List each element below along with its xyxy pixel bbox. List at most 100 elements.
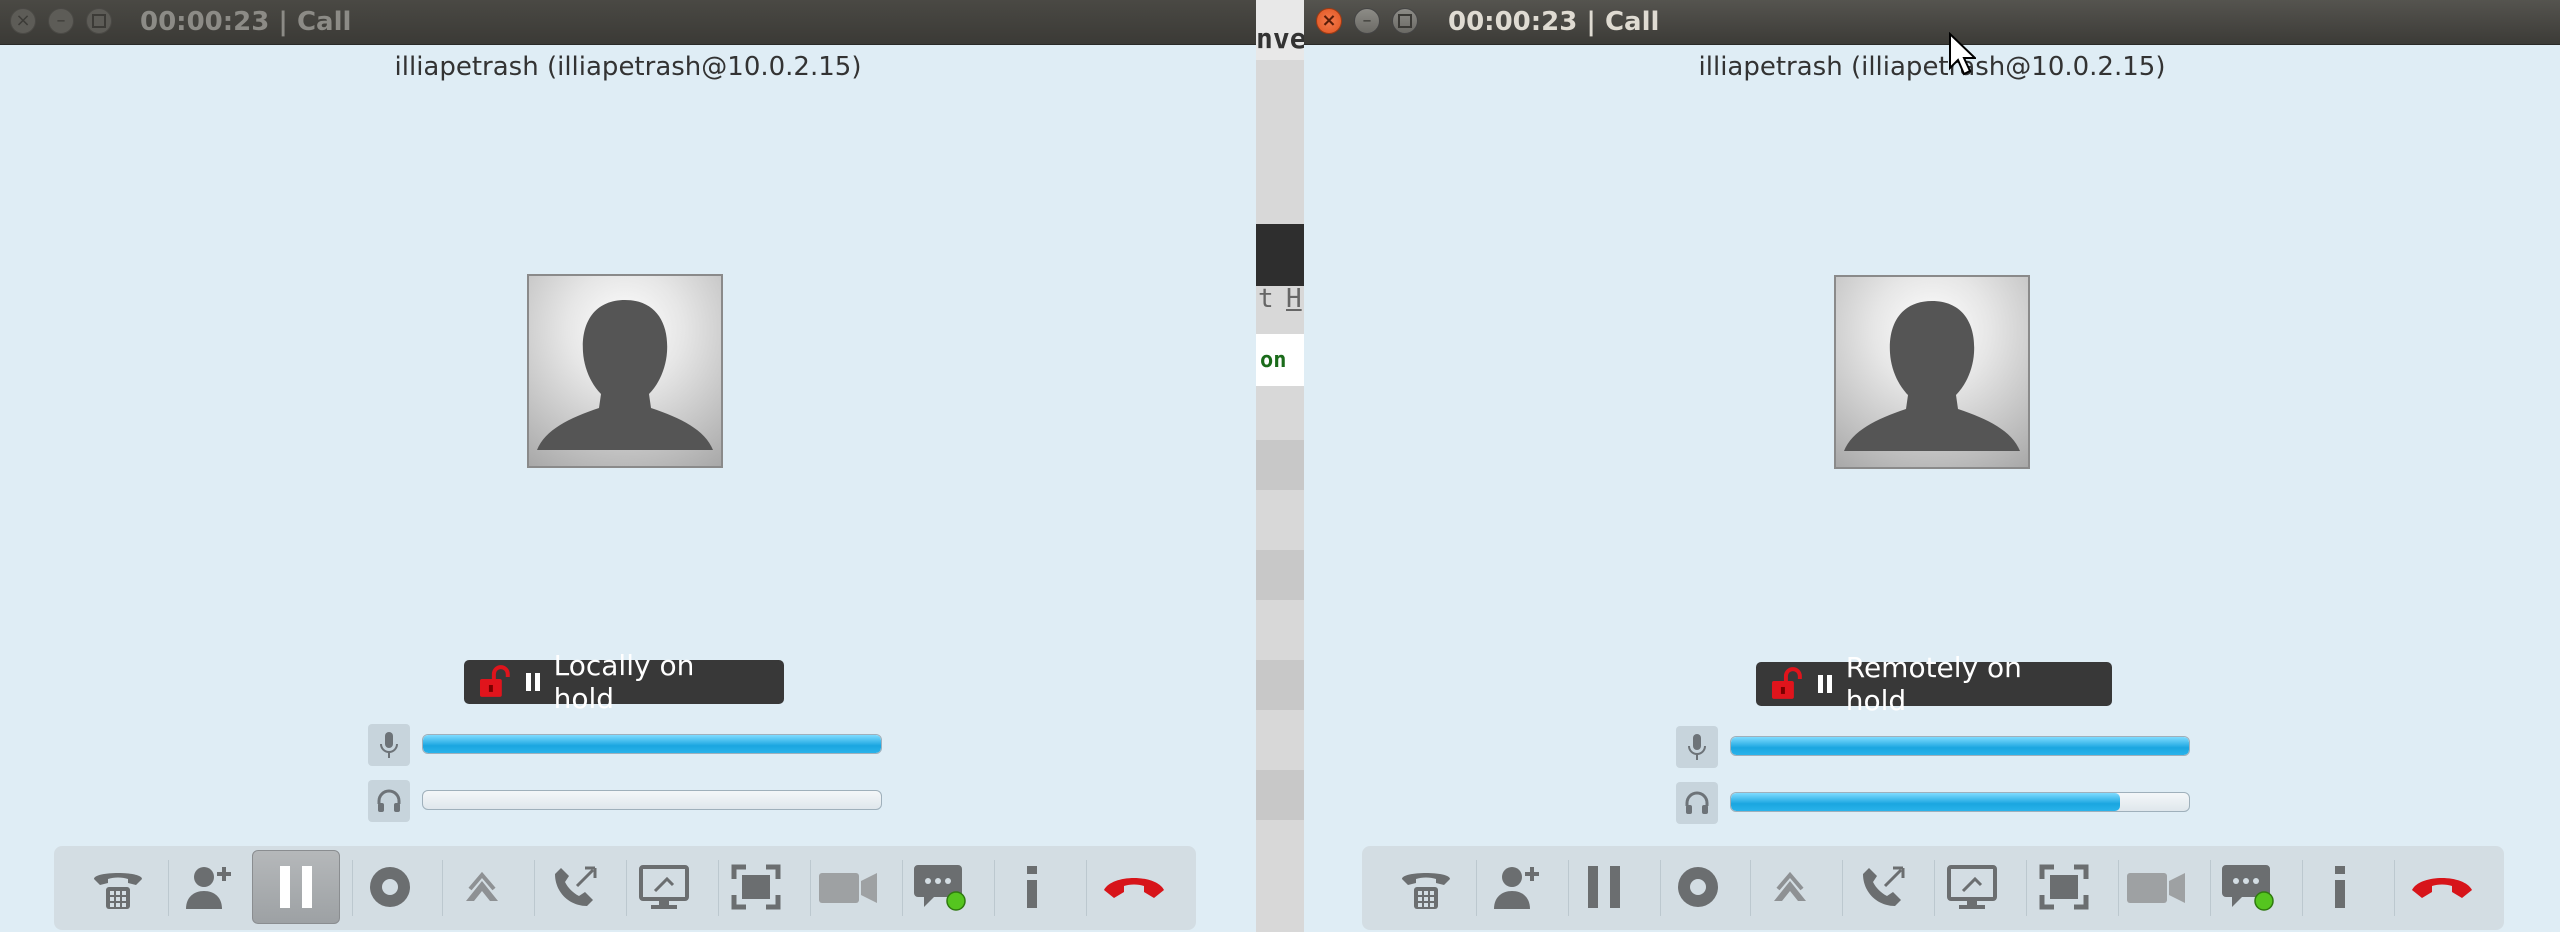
- maximize-button[interactable]: [86, 8, 112, 34]
- transfer-button[interactable]: [438, 850, 526, 924]
- headphones-icon: [1685, 791, 1709, 814]
- hold-button[interactable]: [1560, 850, 1648, 924]
- peer-name: illiapetrash (illiapetrash@10.0.2.15): [394, 52, 862, 82]
- unlocked-padlock-icon: [479, 665, 510, 697]
- video-icon: [819, 873, 877, 903]
- fullscreen-icon: [731, 864, 781, 910]
- call-transfer-button[interactable]: [1838, 850, 1926, 924]
- minimize-icon: –: [56, 10, 66, 31]
- call-window-left: × – 00:00:23 | Call illiapetrash (illiap…: [0, 0, 1256, 932]
- transfer-icon: [1774, 871, 1806, 901]
- microphone-level-bar: [422, 734, 882, 754]
- call-toolbar: [1362, 846, 2504, 930]
- hold-status-badge: Remotely on hold: [1756, 651, 2112, 717]
- hangup-icon: [2412, 878, 2472, 898]
- headphones-icon: [377, 789, 401, 812]
- info-icon: [1027, 866, 1037, 908]
- contact-avatar: [527, 274, 723, 468]
- speaker-level-icon: [1676, 782, 1718, 824]
- background-text-fragment-4: on: [1260, 348, 1287, 373]
- record-button[interactable]: [1654, 850, 1742, 924]
- record-button[interactable]: [346, 850, 434, 924]
- mouse-cursor-icon: [1949, 32, 1976, 76]
- close-icon: ×: [1321, 10, 1337, 31]
- chat-button[interactable]: [896, 850, 984, 924]
- hangup-button[interactable]: [1090, 850, 1178, 924]
- dialpad-icon: [1402, 873, 1450, 909]
- background-text-fragment-3: H: [1286, 284, 1302, 314]
- unlocked-padlock-icon: [1771, 667, 1802, 699]
- window-title: 00:00:23 | Call: [140, 7, 352, 37]
- person-silhouette-icon: [537, 300, 713, 450]
- hold-status-label: Remotely on hold: [1845, 651, 2022, 717]
- info-icon: [2335, 866, 2345, 908]
- info-button[interactable]: [988, 850, 1076, 924]
- minimize-button[interactable]: –: [1354, 8, 1380, 34]
- peer-name: illiapetrash (illiapetrash@10.0.2.15): [1698, 52, 2166, 82]
- minimize-button[interactable]: –: [48, 8, 74, 34]
- video-icon: [2127, 873, 2185, 903]
- dialpad-icon: [94, 873, 142, 909]
- transfer-icon: [466, 871, 498, 901]
- microphone-level-fill: [423, 735, 881, 753]
- screen-share-button[interactable]: [1928, 850, 2016, 924]
- fullscreen-icon: [2039, 864, 2089, 910]
- pause-icon: [525, 673, 540, 691]
- hangup-button[interactable]: [2398, 850, 2486, 924]
- video-button[interactable]: [804, 850, 892, 924]
- background-application: nve t H on: [1256, 0, 1304, 932]
- call-transfer-icon: [1863, 866, 1905, 906]
- close-button[interactable]: ×: [1316, 8, 1342, 34]
- contact-avatar: [1834, 275, 2030, 469]
- call-toolbar: [54, 846, 1196, 930]
- call-window-right: × – 00:00:23 | Call illiapetrash (illiap…: [1304, 0, 2560, 932]
- hold-icon: [280, 866, 312, 908]
- hold-status-badge: Locally on hold: [464, 649, 784, 715]
- speaker-level-fill: [1731, 793, 2121, 811]
- pause-icon: [1817, 675, 1832, 693]
- record-icon: [1678, 867, 1718, 907]
- title-bar: × – 00:00:23 | Call: [0, 0, 1256, 45]
- screen-share-icon: [1947, 865, 1997, 909]
- screen-share-button[interactable]: [620, 850, 708, 924]
- background-text-fragment-1: nve: [1256, 22, 1304, 55]
- microphone-level-fill: [1731, 737, 2189, 755]
- maximize-icon: [1398, 14, 1412, 28]
- chat-icon: [914, 865, 966, 911]
- speaker-level-bar: [422, 790, 882, 810]
- hangup-icon: [1104, 878, 1164, 898]
- close-button[interactable]: ×: [10, 8, 36, 34]
- fullscreen-button[interactable]: [712, 850, 800, 924]
- microphone-level-icon: [1676, 726, 1718, 768]
- maximize-button[interactable]: [1392, 8, 1418, 34]
- dialpad-button[interactable]: [74, 850, 162, 924]
- microphone-icon: [380, 732, 398, 758]
- video-button[interactable]: [2112, 850, 2200, 924]
- fullscreen-button[interactable]: [2020, 850, 2108, 924]
- title-bar: × – 00:00:23 | Call: [1304, 0, 2560, 45]
- speaker-level-bar: [1730, 792, 2190, 812]
- person-silhouette-icon: [1844, 301, 2020, 451]
- hold-icon: [1588, 866, 1620, 908]
- minimize-icon: –: [1362, 10, 1372, 31]
- close-icon: ×: [15, 10, 31, 31]
- transfer-button[interactable]: [1746, 850, 1834, 924]
- add-participant-button[interactable]: [166, 850, 254, 924]
- add-participant-button[interactable]: [1474, 850, 1562, 924]
- hold-button[interactable]: [252, 850, 340, 924]
- window-title: 00:00:23 | Call: [1448, 7, 1660, 37]
- call-transfer-button[interactable]: [530, 850, 618, 924]
- dialpad-button[interactable]: [1382, 850, 1470, 924]
- add-contact-icon: [1494, 867, 1539, 909]
- microphone-level-icon: [368, 724, 410, 766]
- call-transfer-icon: [555, 866, 597, 906]
- chat-icon: [2222, 865, 2274, 911]
- hold-status-label: Locally on hold: [553, 649, 695, 715]
- screen-share-icon: [639, 865, 689, 909]
- record-icon: [370, 867, 410, 907]
- info-button[interactable]: [2296, 850, 2384, 924]
- microphone-level-bar: [1730, 736, 2190, 756]
- chat-button[interactable]: [2204, 850, 2292, 924]
- maximize-icon: [92, 14, 106, 28]
- add-contact-icon: [186, 867, 231, 909]
